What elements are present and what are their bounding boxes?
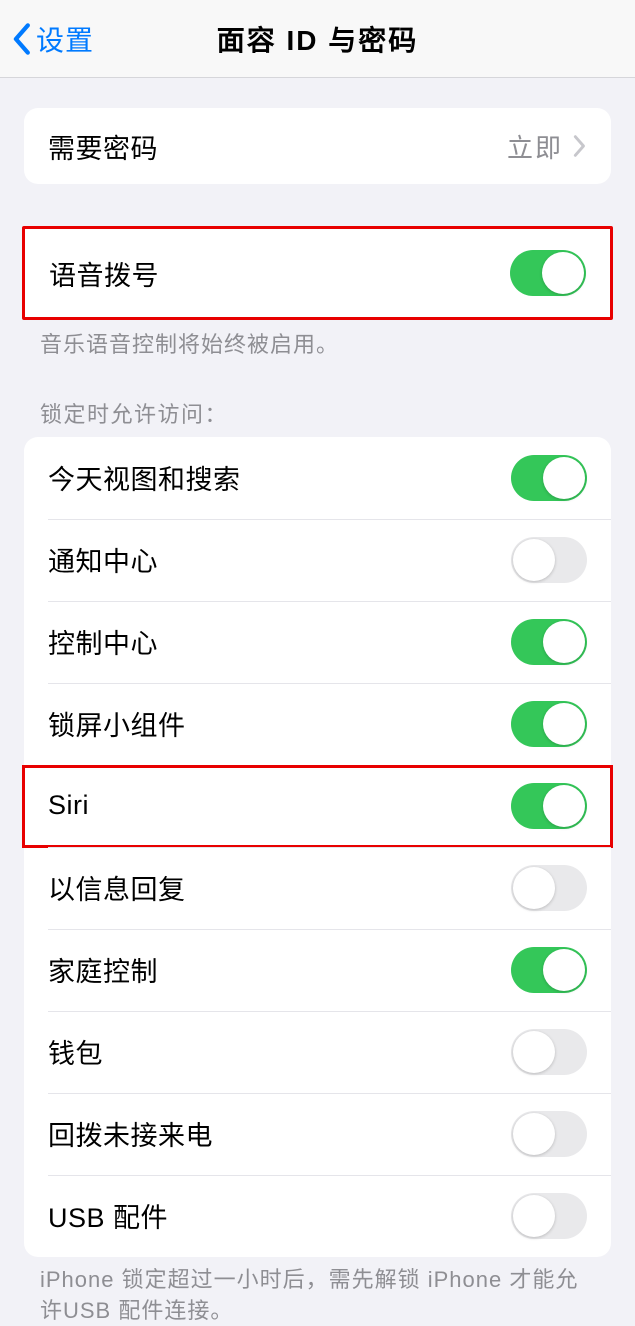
row-label: USB 配件 <box>48 1196 168 1235</box>
lock-item-row: 以信息回复 <box>24 847 611 929</box>
toggle-控制中心[interactable] <box>511 619 587 665</box>
row-label: 钱包 <box>48 1032 103 1071</box>
voice-dial-row: 语音拨号 <box>25 229 610 317</box>
page-title: 面容 ID 与密码 <box>217 19 419 59</box>
toggle-通知中心[interactable] <box>511 537 587 583</box>
lock-item-row: 今天视图和搜索 <box>24 437 611 519</box>
row-label: 以信息回复 <box>48 868 186 907</box>
row-label: 家庭控制 <box>48 950 158 989</box>
lock-item-row: 通知中心 <box>24 519 611 601</box>
lock-item-row: Siri <box>24 765 611 847</box>
row-label: 需要密码 <box>48 127 158 166</box>
nav-bar: 设置 面容 ID 与密码 <box>0 0 635 78</box>
lock-item-row: 锁屏小组件 <box>24 683 611 765</box>
row-label: 语音拨号 <box>49 254 159 293</box>
toggle-以信息回复[interactable] <box>511 865 587 911</box>
back-button[interactable]: 设置 <box>0 19 94 59</box>
row-label: 控制中心 <box>48 622 158 661</box>
lock-access-header: 锁定时允许访问： <box>0 397 635 437</box>
chevron-left-icon <box>10 22 32 56</box>
lock-item-row: 控制中心 <box>24 601 611 683</box>
lock-item-row: 钱包 <box>24 1011 611 1093</box>
toggle-钱包[interactable] <box>511 1029 587 1075</box>
row-label: 锁屏小组件 <box>48 704 186 743</box>
lock-item-row: USB 配件 <box>24 1175 611 1257</box>
toggle-usb-配件[interactable] <box>511 1193 587 1239</box>
lock-item-row: 回拨未接来电 <box>24 1093 611 1175</box>
toggle-锁屏小组件[interactable] <box>511 701 587 747</box>
toggle-siri[interactable] <box>511 783 587 829</box>
voice-dial-highlight: 语音拨号 <box>22 226 613 320</box>
row-label: 回拨未接来电 <box>48 1114 213 1153</box>
voice-dial-footer: 音乐语音控制将始终被启用。 <box>0 320 635 361</box>
lock-item-row: 家庭控制 <box>24 929 611 1011</box>
usb-footer: iPhone 锁定超过一小时后，需先解锁 iPhone 才能允许USB 配件连接… <box>0 1257 635 1326</box>
voice-dial-toggle[interactable] <box>510 250 586 296</box>
chevron-right-icon <box>573 134 587 158</box>
row-label: 通知中心 <box>48 540 158 579</box>
row-value: 立即 <box>507 128 563 165</box>
toggle-今天视图和搜索[interactable] <box>511 455 587 501</box>
toggle-家庭控制[interactable] <box>511 947 587 993</box>
require-passcode-row[interactable]: 需要密码 立即 <box>24 108 611 184</box>
back-label: 设置 <box>36 19 94 59</box>
row-label: 今天视图和搜索 <box>48 458 241 497</box>
toggle-回拨未接来电[interactable] <box>511 1111 587 1157</box>
row-label: Siri <box>48 790 89 821</box>
